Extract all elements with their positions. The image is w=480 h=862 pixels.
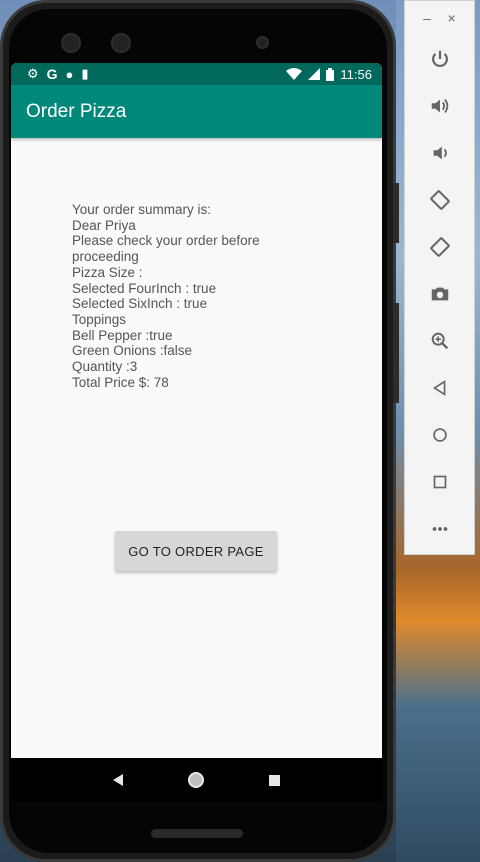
volume-down-icon bbox=[433, 146, 447, 159]
summary-line: Your order summary is: bbox=[72, 202, 212, 217]
screenshot-button[interactable] bbox=[405, 270, 474, 317]
back-icon bbox=[432, 379, 445, 396]
emulator-toolbar: – × bbox=[404, 0, 475, 555]
zoom-button[interactable] bbox=[405, 317, 474, 364]
wifi-icon bbox=[286, 68, 303, 80]
battery-icon bbox=[326, 67, 335, 81]
summary-line: Green Onions :false bbox=[72, 343, 193, 359]
summary-line: Quantity :3 bbox=[72, 359, 138, 375]
side-button-power bbox=[393, 183, 399, 243]
sd-card-icon: ▮ bbox=[81, 66, 89, 81]
close-icon[interactable]: × bbox=[448, 10, 456, 26]
page-title: Order Pizza bbox=[26, 100, 127, 122]
emu-back-button[interactable] bbox=[405, 364, 474, 411]
window-controls: – × bbox=[405, 1, 474, 35]
more-button[interactable] bbox=[405, 505, 474, 552]
back-icon[interactable] bbox=[113, 774, 124, 786]
power-button[interactable] bbox=[405, 35, 474, 82]
summary-line: Selected SixInch : true bbox=[72, 296, 208, 312]
summary-line: Toppings bbox=[72, 311, 127, 327]
navigation-bar bbox=[11, 758, 382, 802]
emu-overview-button[interactable] bbox=[405, 458, 474, 505]
volume-up-button[interactable] bbox=[405, 82, 474, 129]
summary-line: Pizza Size : bbox=[72, 264, 143, 280]
overview-icon bbox=[433, 475, 446, 488]
app-bar: Order Pizza bbox=[11, 85, 382, 138]
summary-line: Please check your order before proceedin… bbox=[72, 233, 260, 265]
sensor-icon bbox=[111, 33, 131, 53]
status-bar: ⚙ G ● ▮ 11:56 bbox=[11, 63, 382, 85]
summary-line: Bell Pepper :true bbox=[72, 327, 173, 343]
signal-icon bbox=[308, 68, 321, 80]
front-camera-icon bbox=[61, 33, 81, 53]
more-icon bbox=[432, 526, 447, 531]
main-content: Your order summary is: Dear Priya Please… bbox=[11, 138, 382, 760]
status-time: 11:56 bbox=[340, 66, 372, 82]
recents-icon[interactable] bbox=[268, 774, 280, 786]
google-icon: G bbox=[46, 66, 58, 82]
home-icon[interactable] bbox=[187, 772, 204, 788]
side-button-volume bbox=[393, 303, 399, 403]
emu-home-button[interactable] bbox=[405, 411, 474, 458]
camera-icon bbox=[431, 287, 448, 300]
home-icon bbox=[432, 427, 447, 442]
earpiece-icon bbox=[256, 36, 269, 49]
device-screen: ⚙ G ● ▮ 11:56 Order Pizza Your order sum… bbox=[11, 63, 382, 802]
rotate-left-button[interactable] bbox=[405, 176, 474, 223]
volume-up-icon bbox=[431, 98, 448, 113]
rotate-left-icon bbox=[429, 189, 450, 210]
zoom-icon bbox=[431, 332, 448, 349]
minimize-icon[interactable]: – bbox=[423, 10, 431, 26]
go-to-order-page-button[interactable]: GO TO ORDER PAGE bbox=[115, 531, 277, 571]
summary-line: Dear Priya bbox=[72, 217, 136, 233]
summary-line: Selected FourInch : true bbox=[72, 280, 217, 296]
bottom-speaker bbox=[151, 829, 243, 838]
summary-line: Total Price $: 78 bbox=[72, 374, 169, 390]
volume-down-button[interactable] bbox=[405, 129, 474, 176]
settings-icon: ⚙ bbox=[27, 66, 39, 81]
circle-app-icon: ● bbox=[65, 66, 74, 82]
order-summary: Your order summary is: Dear Priya Please… bbox=[72, 202, 302, 390]
power-icon bbox=[431, 50, 448, 67]
rotate-right-icon bbox=[429, 236, 450, 257]
rotate-right-button[interactable] bbox=[405, 223, 474, 270]
